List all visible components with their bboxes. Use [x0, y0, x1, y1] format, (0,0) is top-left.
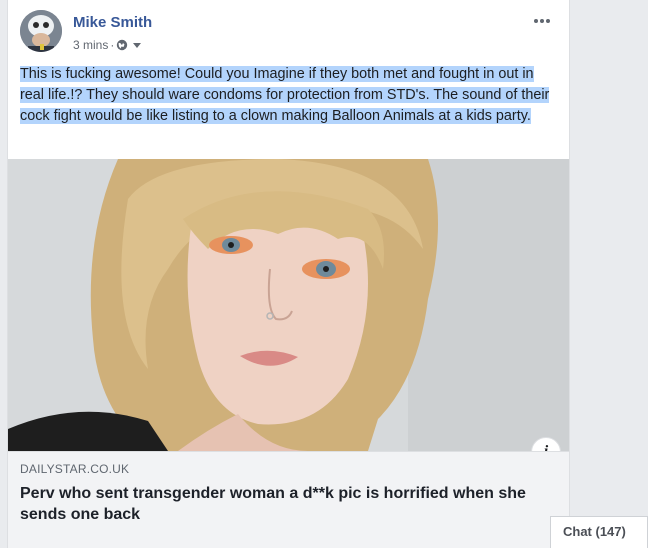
chat-tab[interactable]: Chat (147): [550, 516, 648, 548]
feed-post: Mike Smith 3 mins · This is fucking awes…: [7, 0, 570, 548]
avatar[interactable]: [20, 10, 62, 52]
link-domain: DAILYSTAR.CO.UK: [20, 462, 130, 476]
privacy-dropdown-icon[interactable]: [133, 42, 142, 48]
more-horizontal-icon[interactable]: [532, 17, 552, 25]
meta-separator: ·: [110, 38, 115, 52]
author-name[interactable]: Mike Smith: [73, 14, 152, 31]
link-title[interactable]: Perv who sent transgender woman a d**k p…: [20, 483, 550, 525]
portrait-photo: [8, 159, 569, 451]
link-preview-footer[interactable]: DAILYSTAR.CO.UK Perv who sent transgende…: [8, 451, 569, 548]
selected-post-text: This is fucking awesome! Could you Imagi…: [20, 66, 550, 124]
post-header: Mike Smith 3 mins ·: [20, 10, 560, 54]
globe-icon[interactable]: [116, 39, 128, 51]
right-sidebar-background: [568, 0, 648, 548]
avatar-image: [20, 10, 62, 52]
post-meta: 3 mins ·: [73, 38, 142, 52]
post-timestamp[interactable]: 3 mins: [73, 38, 108, 52]
post-text: This is fucking awesome! Could you Imagi…: [20, 64, 560, 127]
link-preview-image[interactable]: [8, 159, 569, 451]
